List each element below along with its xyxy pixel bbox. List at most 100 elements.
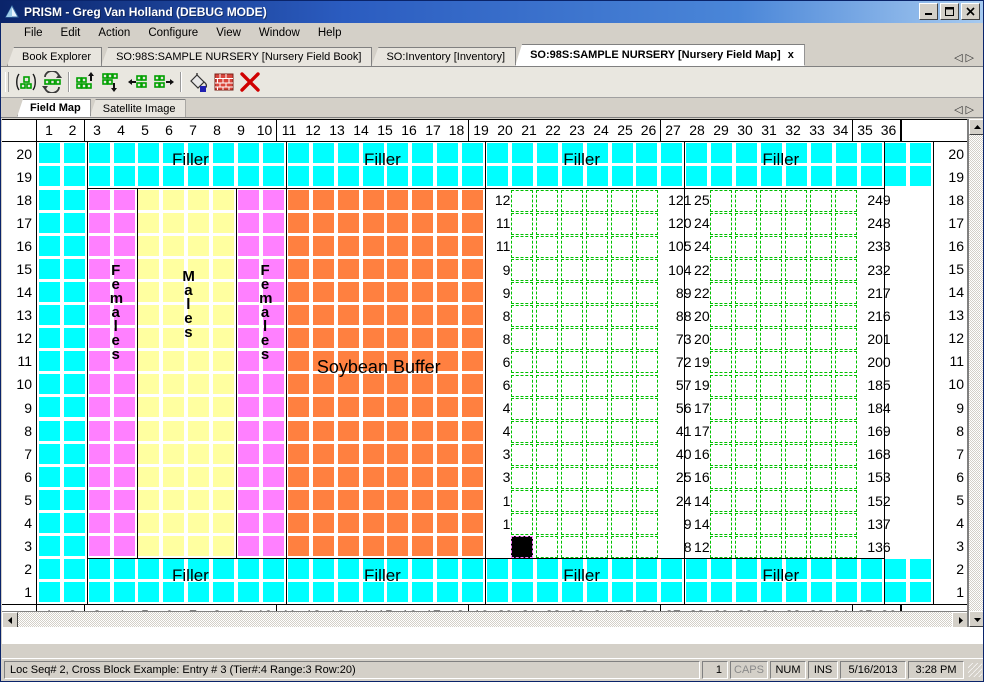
plot-cell[interactable]	[188, 374, 210, 395]
plot-cell[interactable]	[238, 351, 259, 372]
plot-cell[interactable]	[38, 536, 60, 556]
field-map-viewport[interactable]: 1 2 3 4 5 6 7 8 9 10 11 12 13 14 15 16 17 18 19 20 21 22 23 24 2…	[2, 119, 968, 627]
plot-cell[interactable]	[287, 582, 309, 603]
plot-cell[interactable]	[188, 166, 210, 187]
plot-cell[interactable]	[362, 397, 384, 418]
entry-cell[interactable]	[585, 259, 608, 281]
plot-cell[interactable]	[287, 397, 309, 418]
entry-cell[interactable]	[511, 397, 534, 420]
plot-cell[interactable]	[387, 512, 409, 533]
plot-cell[interactable]	[810, 143, 832, 164]
menu-window[interactable]: Window	[250, 25, 309, 41]
entry-cell[interactable]	[785, 466, 807, 489]
entry-cell[interactable]	[785, 374, 807, 397]
plot-cell[interactable]	[437, 397, 459, 418]
plot-cell[interactable]	[287, 351, 309, 372]
plot-cell[interactable]	[262, 166, 284, 187]
plot-cell[interactable]	[686, 582, 708, 603]
plot-cell[interactable]	[213, 281, 235, 302]
entry-cell[interactable]	[511, 305, 534, 328]
plot-cell[interactable]	[387, 328, 409, 349]
column-header-5[interactable]: 5	[133, 120, 157, 141]
row-header-right-16[interactable]: 16	[934, 234, 967, 257]
plot-cell[interactable]	[287, 512, 309, 533]
plot-cell[interactable]	[362, 536, 384, 556]
row-header-left-5[interactable]: 5	[2, 488, 36, 511]
plot-cell[interactable]	[63, 328, 85, 349]
entry-cell[interactable]	[560, 328, 583, 351]
entry-cell[interactable]	[834, 536, 857, 559]
row-header-right-5[interactable]: 5	[934, 488, 967, 511]
plot-cell[interactable]	[437, 166, 459, 187]
plot-cell[interactable]	[312, 351, 334, 372]
entry-cell[interactable]	[635, 536, 658, 559]
plot-cell[interactable]	[885, 166, 907, 187]
plot-cell[interactable]	[113, 536, 135, 556]
entry-cell[interactable]	[785, 328, 807, 351]
entry-cell[interactable]	[735, 282, 758, 305]
entry-cell[interactable]	[560, 466, 583, 489]
entry-cell[interactable]	[536, 235, 558, 258]
entry-cell[interactable]	[511, 351, 534, 374]
plot-cell[interactable]	[437, 559, 459, 580]
plot-cell[interactable]	[337, 328, 359, 349]
plot-cell[interactable]	[138, 305, 160, 325]
plot-cell[interactable]	[711, 582, 733, 603]
plot-cell[interactable]	[586, 582, 608, 603]
plot-cell[interactable]	[88, 189, 110, 210]
plot-cell[interactable]	[238, 443, 259, 464]
entry-cell[interactable]	[834, 443, 857, 466]
entry-cell[interactable]	[760, 259, 783, 281]
plot-cell[interactable]	[387, 166, 409, 187]
row-header-right-11[interactable]: 11	[934, 350, 967, 373]
plot-cell[interactable]	[437, 420, 459, 441]
plot-cell[interactable]	[860, 559, 882, 580]
entry-cell[interactable]	[560, 513, 583, 536]
plot-cell[interactable]	[238, 189, 259, 210]
entry-cell[interactable]	[834, 189, 857, 212]
plot-cell[interactable]	[63, 489, 85, 510]
plot-cell[interactable]	[362, 189, 384, 210]
plot-cell[interactable]	[312, 559, 334, 580]
entry-cell[interactable]	[610, 189, 633, 212]
plot-cell[interactable]	[138, 420, 160, 441]
delete-icon[interactable]	[237, 69, 263, 95]
entry-cell[interactable]	[585, 420, 608, 443]
select-plot-icon[interactable]	[13, 69, 39, 95]
entry-cell[interactable]	[785, 513, 807, 536]
column-header-8[interactable]: 8	[205, 120, 229, 141]
row-header-left-18[interactable]: 18	[2, 188, 36, 211]
plot-cell[interactable]	[238, 512, 259, 533]
plot-cell[interactable]	[213, 443, 235, 464]
plot-cell[interactable]	[387, 559, 409, 580]
column-header-34[interactable]: 34	[829, 120, 853, 141]
plot-cell[interactable]	[113, 443, 135, 464]
plot-cell[interactable]	[487, 559, 508, 580]
vertical-scrollbar[interactable]	[968, 119, 983, 627]
column-header-19[interactable]: 19	[469, 120, 493, 141]
plot-cell[interactable]	[661, 559, 683, 580]
column-header-6[interactable]: 6	[157, 120, 181, 141]
entry-cell[interactable]	[585, 513, 608, 536]
plot-cell[interactable]	[412, 281, 434, 302]
entry-cell[interactable]	[610, 397, 633, 420]
plot-cell[interactable]	[312, 258, 334, 279]
column-header-25[interactable]: 25	[613, 120, 637, 141]
plot-cell[interactable]	[462, 443, 484, 464]
entry-cell[interactable]	[610, 420, 633, 443]
plot-cell[interactable]	[437, 466, 459, 487]
plot-cell[interactable]	[536, 582, 558, 603]
row-header-left-11[interactable]: 11	[2, 350, 36, 373]
entry-cell[interactable]	[760, 513, 783, 536]
plot-cell[interactable]	[611, 582, 633, 603]
plot-cell[interactable]	[412, 351, 434, 372]
plot-cell[interactable]	[387, 189, 409, 210]
entry-cell[interactable]	[560, 374, 583, 397]
plot-cell[interactable]	[462, 512, 484, 533]
plot-cell[interactable]	[287, 189, 309, 210]
plot-cell[interactable]	[38, 189, 60, 210]
field-map-grid[interactable]: 1 2 3 4 5 6 7 8 9 10 11 12 13 14 15 16 17 18 19 20 21 22 23 24 2…	[2, 119, 967, 627]
plot-cell[interactable]	[636, 166, 658, 187]
plot-cell[interactable]	[387, 235, 409, 256]
entry-cell[interactable]	[610, 328, 633, 351]
